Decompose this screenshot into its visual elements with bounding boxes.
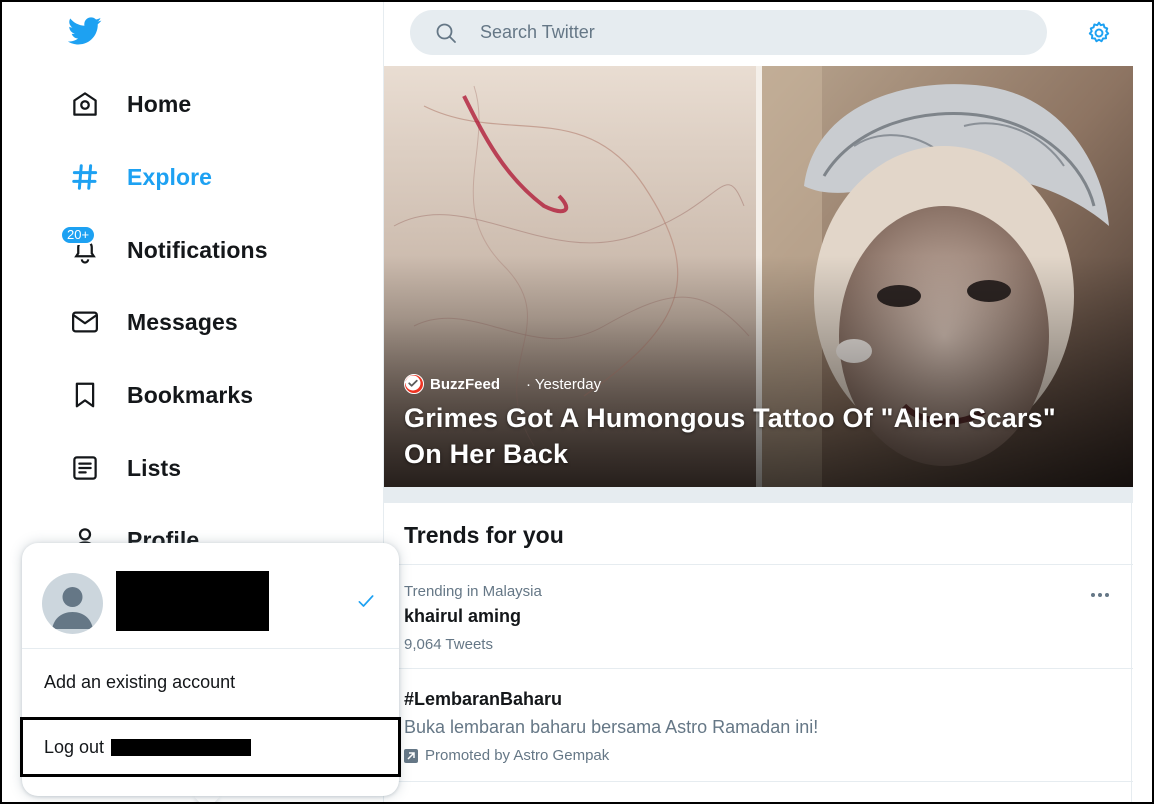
trend-item[interactable]: Trending in Malaysia khairul aming 9,064… [384, 565, 1133, 669]
nav-bookmarks-label: Bookmarks [127, 381, 254, 408]
avatar [42, 573, 103, 634]
nav-notifications-label: Notifications [127, 236, 268, 263]
home-icon [68, 87, 102, 121]
story-source[interactable]: BuzzFeed [430, 376, 500, 393]
section-divider [384, 487, 1133, 503]
nav-messages[interactable]: Messages [68, 298, 238, 346]
list-icon [68, 451, 102, 485]
featured-story[interactable]: BuzzFeed · Yesterday Grimes Got A Humong… [384, 66, 1133, 487]
bookmark-icon [68, 378, 102, 412]
search-input[interactable] [480, 22, 1000, 43]
gear-icon[interactable] [1086, 20, 1112, 46]
top-bar [384, 0, 1133, 66]
twitter-logo-icon[interactable] [66, 14, 104, 48]
logout-label: Log out [44, 736, 105, 757]
envelope-icon [68, 305, 102, 339]
more-options-icon[interactable] [1087, 585, 1113, 605]
trends-heading: Trends for you [404, 522, 564, 548]
trend-name: #LembaranBaharu [404, 689, 563, 709]
hashtag-icon [68, 160, 102, 194]
nav-explore[interactable]: Explore [68, 153, 212, 201]
search-bar[interactable] [410, 10, 1047, 55]
add-existing-account-item[interactable]: Add an existing account [22, 649, 399, 715]
trend-context: Trending in Malaysia [404, 583, 542, 600]
redacted-handle [111, 738, 252, 756]
story-meta: BuzzFeed · Yesterday [404, 374, 601, 394]
nav-lists-label: Lists [127, 454, 182, 481]
redacted-account-name [116, 571, 269, 631]
promoted-by-text: Promoted by Astro Gempak [425, 747, 610, 764]
nav-messages-label: Messages [127, 308, 238, 335]
nav-home-label: Home [127, 90, 192, 117]
nav-home[interactable]: Home [68, 80, 191, 128]
account-menu: Add an existing account Log out [20, 543, 401, 796]
trends-header: Trends for you [384, 503, 1133, 565]
check-icon [356, 591, 376, 611]
story-time: · Yesterday [526, 375, 602, 393]
nav-lists[interactable]: Lists [68, 444, 181, 492]
notifications-badge: 20+ [60, 225, 97, 245]
current-account[interactable] [22, 543, 399, 649]
nav-explore-label: Explore [127, 163, 213, 190]
story-title[interactable]: Grimes Got A Humongous Tattoo Of "Alien … [404, 400, 1094, 472]
verified-icon [405, 375, 522, 393]
main-column: BuzzFeed · Yesterday Grimes Got A Humong… [383, 0, 1133, 804]
nav-notifications[interactable]: 20+ Notifications [60, 225, 268, 274]
bell-icon: 20+ [60, 225, 102, 267]
nav-bookmarks[interactable]: Bookmarks [68, 371, 253, 419]
trend-name: khairul aming [404, 606, 522, 626]
search-icon [434, 21, 458, 45]
promoted-trend-item[interactable]: #LembaranBaharu Buka lembaran baharu ber… [384, 669, 1133, 782]
trend-description: Buka lembaran baharu bersama Astro Ramad… [404, 717, 819, 737]
promoted-icon [404, 748, 418, 763]
logout-item[interactable]: Log out [20, 717, 401, 777]
trend-tweet-count: 9,064 Tweets [404, 636, 493, 653]
promoted-label: Promoted by Astro Gempak [404, 747, 609, 764]
